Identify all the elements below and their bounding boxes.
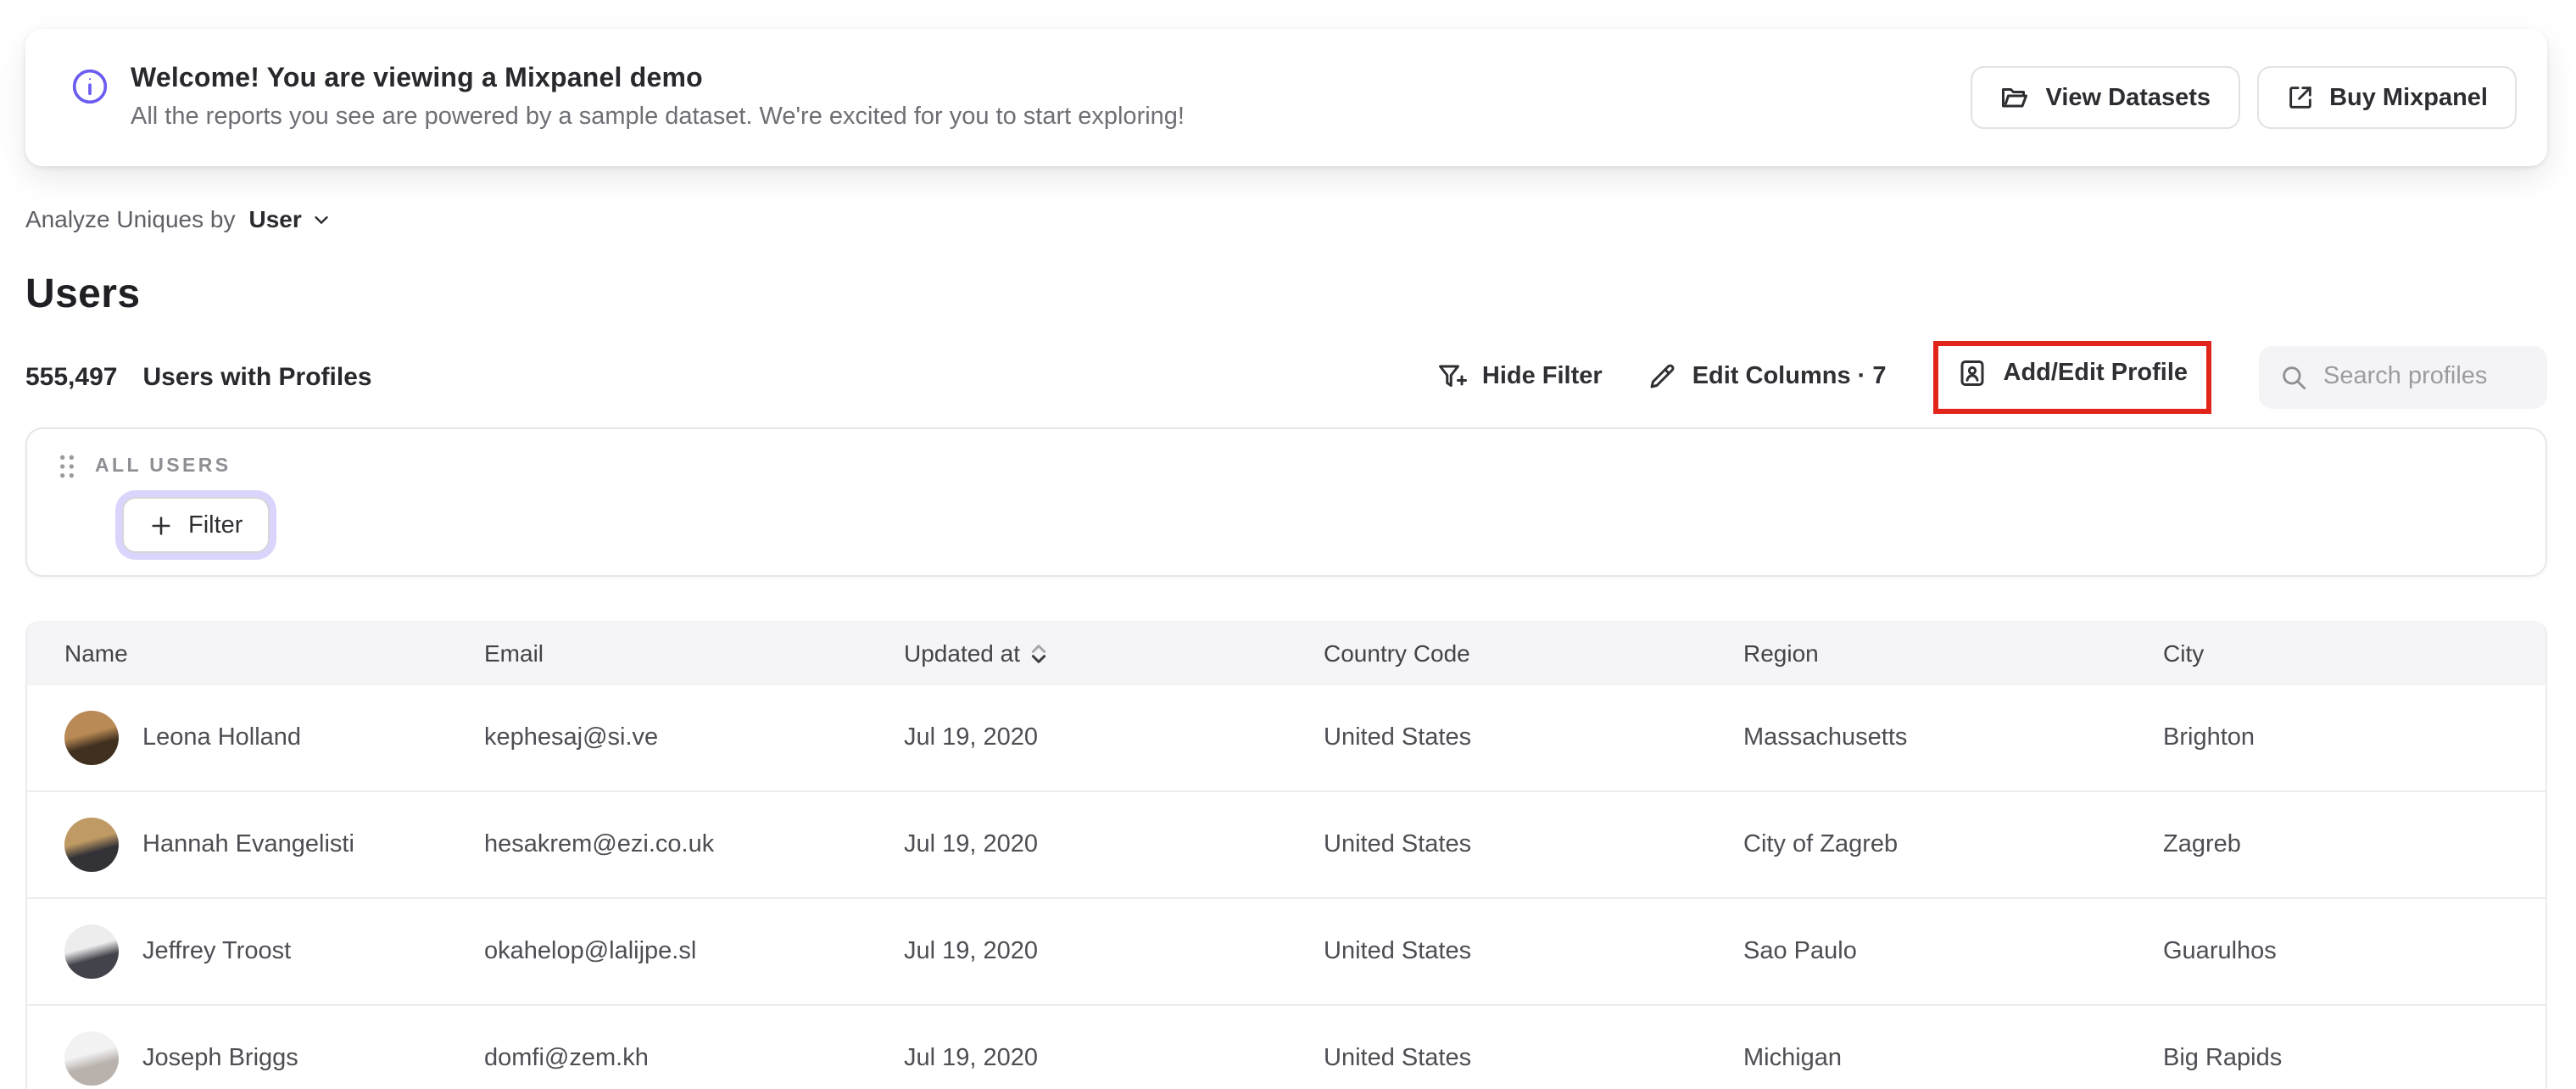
external-link-icon [2285, 83, 2314, 112]
column-header-email[interactable]: Email [447, 639, 867, 667]
plus-icon [149, 513, 173, 537]
cell-email: okahelop@lalijpe.sl [484, 938, 697, 965]
add-filter-button[interactable]: Filter [122, 497, 270, 553]
cell-country-code: United States [1324, 1045, 1472, 1072]
cell-updated-at: Jul 19, 2020 [904, 1045, 1039, 1072]
column-header-country-code[interactable]: Country Code [1286, 639, 1706, 667]
table-row[interactable]: Leona Holland kephesaj@si.ve Jul 19, 202… [27, 685, 2545, 792]
cell-city: Guarulhos [2163, 938, 2277, 965]
user-name: Joseph Briggs [142, 1045, 298, 1072]
analyze-uniques-row: Analyze Uniques by User [25, 205, 331, 232]
column-header-label: Country Code [1324, 639, 1470, 667]
chevron-down-icon [312, 209, 331, 228]
filter-group-header: ALL USERS [58, 453, 2512, 480]
page-title: Users [25, 271, 141, 317]
cell-name: Joseph Briggs [27, 1031, 447, 1086]
avatar [64, 711, 119, 765]
cell-country-code: United States [1324, 831, 1472, 858]
analyze-uniques-label: Analyze Uniques by [25, 205, 236, 232]
column-header-label: Name [64, 639, 128, 667]
table-row[interactable]: Joseph Briggs domfi@zem.kh Jul 19, 2020 … [27, 1006, 2545, 1089]
cell-city: Zagreb [2163, 831, 2241, 858]
cell-region: City of Zagreb [1743, 831, 1899, 858]
cell-region: Michigan [1743, 1045, 1843, 1072]
add-edit-profile-button[interactable]: Add/Edit Profile [1958, 357, 2188, 388]
cell-updated-at: Jul 19, 2020 [904, 831, 1039, 858]
analyze-by-dropdown[interactable]: User [249, 205, 331, 232]
analyze-by-value: User [248, 205, 302, 232]
search-icon [2279, 362, 2308, 391]
column-header-updated-at[interactable]: Updated at [867, 639, 1286, 667]
folder-icon [2000, 82, 2031, 113]
avatar [64, 924, 119, 979]
column-header-label: Updated at [904, 639, 1020, 667]
info-icon [71, 68, 109, 105]
banner-title: Welcome! You are viewing a Mixpanel demo [131, 64, 703, 93]
view-datasets-label: View Datasets [2045, 84, 2211, 111]
cell-country-code: United States [1324, 938, 1472, 965]
column-header-region[interactable]: Region [1706, 639, 2126, 667]
buy-mixpanel-label: Buy Mixpanel [2329, 84, 2488, 111]
add-filter-label: Filter [188, 511, 243, 539]
view-datasets-button[interactable]: View Datasets [1971, 66, 2240, 129]
search-profiles-input[interactable] [2323, 363, 2527, 390]
user-name: Hannah Evangelisti [142, 831, 354, 858]
sort-icon [1030, 645, 1045, 663]
avatar [64, 818, 119, 872]
cell-updated-at: Jul 19, 2020 [904, 938, 1039, 965]
profiles-count-label: Users with Profiles [142, 362, 372, 391]
cell-city: Big Rapids [2163, 1045, 2283, 1072]
profiles-count-value: 555,497 [25, 362, 118, 391]
table-row[interactable]: Jeffrey Troost okahelop@lalijpe.sl Jul 1… [27, 899, 2545, 1006]
table-body: Leona Holland kephesaj@si.ve Jul 19, 202… [27, 685, 2545, 1089]
profile-card-icon [1958, 357, 1988, 388]
cell-country-code: United States [1324, 724, 1472, 751]
banner-subtitle: All the reports you see are powered by a… [131, 103, 1185, 131]
search-profiles-box [2259, 345, 2547, 408]
cell-email: domfi@zem.kh [484, 1045, 649, 1072]
filter-group-label: ALL USERS [95, 456, 231, 477]
column-header-name[interactable]: Name [27, 639, 447, 667]
user-name: Leona Holland [142, 724, 302, 751]
cell-name: Jeffrey Troost [27, 924, 447, 979]
pencil-icon [1647, 361, 1677, 392]
edit-columns-label: Edit Columns · 7 [1692, 363, 1887, 390]
add-edit-profile-label: Add/Edit Profile [2003, 359, 2188, 386]
column-header-label: Email [484, 639, 544, 667]
hide-filter-button[interactable]: Hide Filter [1436, 361, 1603, 392]
table-header-row: Name Email Updated at Country Code Regio… [27, 621, 2545, 685]
welcome-banner: Welcome! You are viewing a Mixpanel demo… [25, 29, 2547, 166]
column-header-label: City [2163, 639, 2205, 667]
buy-mixpanel-button[interactable]: Buy Mixpanel [2256, 66, 2517, 129]
annotation-highlight-box: Add/Edit Profile [1933, 340, 2211, 413]
column-header-label: Region [1743, 639, 1819, 667]
filter-card: ALL USERS Filter [25, 427, 2547, 577]
cell-email: hesakrem@ezi.co.uk [484, 831, 715, 858]
hide-filter-label: Hide Filter [1481, 363, 1603, 390]
stats-toolbar: 555,497 Users with Profiles Hide Filter [25, 340, 2547, 413]
cell-name: Leona Holland [27, 711, 447, 765]
column-header-city[interactable]: City [2126, 639, 2545, 667]
cell-city: Brighton [2163, 724, 2255, 751]
profiles-count: 555,497 Users with Profiles [25, 362, 372, 391]
welcome-banner-text: Welcome! You are viewing a Mixpanel demo… [71, 64, 1185, 131]
drag-handle-icon[interactable] [58, 453, 76, 480]
mixpanel-users-page: Welcome! You are viewing a Mixpanel demo… [0, 0, 2576, 1089]
cell-region: Sao Paulo [1743, 938, 1857, 965]
edit-columns-button[interactable]: Edit Columns · 7 [1647, 361, 1887, 392]
funnel-plus-icon [1436, 361, 1467, 392]
table-toolbar: Hide Filter Edit Columns · 7 Add/Edit Pr… [1436, 340, 2547, 413]
cell-updated-at: Jul 19, 2020 [904, 724, 1039, 751]
avatar [64, 1031, 119, 1086]
profiles-table: Name Email Updated at Country Code Regio… [25, 621, 2547, 1089]
cell-name: Hannah Evangelisti [27, 818, 447, 872]
user-name: Jeffrey Troost [142, 938, 292, 965]
banner-actions: View Datasets Buy Mixpanel [1971, 66, 2517, 129]
cell-region: Massachusetts [1743, 724, 1908, 751]
table-row[interactable]: Hannah Evangelisti hesakrem@ezi.co.uk Ju… [27, 792, 2545, 899]
cell-email: kephesaj@si.ve [484, 724, 659, 751]
